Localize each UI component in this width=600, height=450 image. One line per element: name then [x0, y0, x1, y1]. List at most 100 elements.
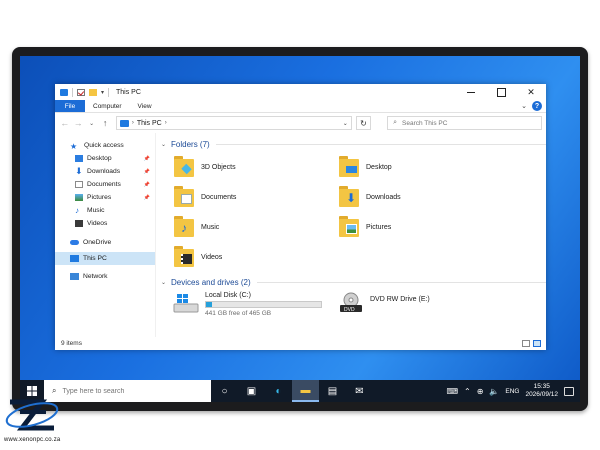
language-indicator[interactable]: ENG: [505, 388, 519, 395]
desktop-screen: ▾ This PC ✕ File Computer View ⌄ ? ← → ⌄…: [20, 56, 580, 402]
folder-pictures[interactable]: Pictures: [338, 212, 503, 242]
drive-dvd-rw-e[interactable]: DVD DVD RW Drive (E:): [338, 292, 503, 317]
tab-file[interactable]: File: [55, 100, 85, 112]
drive-free-space: 441 GB free of 465 GB: [205, 310, 272, 317]
minimize-button[interactable]: [456, 84, 486, 100]
nav-item-desktop[interactable]: Desktop 📌: [55, 152, 155, 165]
nav-label: Documents: [87, 181, 121, 188]
customize-toolbar-icon[interactable]: ▾: [101, 89, 104, 96]
up-button[interactable]: ↑: [99, 118, 110, 128]
videos-icon: [75, 220, 83, 227]
recent-locations-icon[interactable]: ⌄: [86, 120, 97, 127]
close-button[interactable]: ✕: [516, 84, 546, 100]
search-icon: ⌕: [393, 119, 398, 126]
tab-computer[interactable]: Computer: [85, 100, 130, 112]
mail-icon[interactable]: ✉: [346, 380, 373, 402]
address-dropdown-icon[interactable]: ⌄: [343, 120, 351, 127]
keyboard-icon[interactable]: ⌨: [446, 387, 458, 396]
star-icon: ★: [70, 142, 78, 151]
expand-ribbon-icon[interactable]: ⌄: [521, 102, 527, 110]
breadcrumb-chevron-icon[interactable]: ›: [165, 120, 167, 126]
back-button[interactable]: ←: [59, 118, 70, 128]
folder-downloads[interactable]: ⬇ Downloads: [338, 182, 503, 212]
this-pc-icon: [60, 88, 68, 96]
forward-button[interactable]: →: [72, 118, 83, 128]
file-explorer-taskbar-icon[interactable]: ▬: [292, 380, 319, 402]
drives-group-header[interactable]: ⌄ Devices and drives (2): [161, 276, 546, 288]
brand-url: www.xenonpc.co.za: [4, 437, 61, 443]
clock-time: 15:35: [533, 383, 550, 390]
nav-quick-access[interactable]: ★ Quick access: [55, 139, 155, 152]
xenon-logo: [5, 399, 59, 431]
folder-label: Music: [201, 223, 220, 231]
collapse-chevron-icon[interactable]: ⌄: [161, 279, 166, 286]
folder-music[interactable]: ♪ Music: [173, 212, 338, 242]
folder-label: Videos: [201, 253, 223, 261]
nav-network[interactable]: Network: [55, 270, 155, 283]
nav-item-documents[interactable]: Documents 📌: [55, 178, 155, 191]
status-bar: 9 items: [55, 337, 546, 350]
file-explorer-window: ▾ This PC ✕ File Computer View ⌄ ? ← → ⌄…: [55, 84, 546, 350]
breadcrumb-chevron-icon[interactable]: ›: [132, 120, 134, 126]
store-icon[interactable]: ▤: [319, 380, 346, 402]
network-status-icon[interactable]: ⊕: [477, 387, 484, 396]
maximize-button[interactable]: [486, 84, 516, 100]
nav-label: This PC: [83, 255, 107, 262]
cortana-icon[interactable]: ○: [211, 380, 238, 402]
nav-label: Network: [83, 273, 108, 280]
clock[interactable]: 15:35 2026/09/12: [525, 383, 558, 399]
this-pc-icon: [119, 119, 129, 127]
nav-this-pc[interactable]: This PC: [55, 252, 155, 265]
properties-icon[interactable]: [77, 88, 85, 96]
nav-item-pictures[interactable]: Pictures 📌: [55, 191, 155, 204]
nav-label: Pictures: [87, 194, 112, 201]
volume-icon[interactable]: 🔈: [489, 387, 499, 396]
large-icons-view-icon[interactable]: [533, 340, 541, 347]
divider: [108, 87, 110, 97]
show-hidden-icons[interactable]: ⌃: [464, 387, 471, 396]
address-bar[interactable]: › This PC › ⌄: [115, 116, 352, 130]
drive-name: DVD RW Drive (E:): [370, 296, 430, 303]
search-box[interactable]: ⌕: [387, 116, 542, 130]
nav-item-videos[interactable]: Videos: [55, 217, 155, 230]
pin-icon: 📌: [143, 181, 150, 188]
details-view-icon[interactable]: [522, 340, 530, 347]
group-title: Folders (7): [171, 139, 210, 149]
nav-item-music[interactable]: ♪ Music: [55, 204, 155, 217]
drive-usage-bar: [205, 301, 322, 308]
new-folder-icon[interactable]: [89, 88, 97, 96]
notifications-icon[interactable]: [564, 386, 574, 396]
nav-item-downloads[interactable]: ⬇ Downloads 📌: [55, 165, 155, 178]
taskbar-search-input[interactable]: [62, 387, 193, 395]
music-folder-icon: ♪: [173, 215, 195, 239]
title-bar[interactable]: ▾ This PC ✕: [55, 84, 546, 100]
task-view-icon[interactable]: ▣: [238, 380, 265, 402]
folder-desktop[interactable]: Desktop: [338, 152, 503, 182]
videos-folder-icon: [173, 245, 195, 269]
collapse-chevron-icon[interactable]: ⌄: [161, 141, 166, 148]
folder-label: 3D Objects: [201, 163, 236, 171]
ribbon-tabs: File Computer View ⌄ ?: [55, 100, 546, 113]
breadcrumb-this-pc[interactable]: This PC: [137, 120, 162, 127]
downloads-folder-icon: ⬇: [338, 185, 360, 209]
help-button[interactable]: ?: [532, 101, 542, 111]
nav-onedrive[interactable]: OneDrive: [55, 236, 155, 249]
group-title: Devices and drives (2): [171, 277, 251, 287]
folders-group-header[interactable]: ⌄ Folders (7): [161, 138, 546, 150]
folder-videos[interactable]: Videos: [173, 242, 338, 272]
cloud-icon: [70, 240, 79, 245]
drive-local-disk-c[interactable]: Local Disk (C:) 441 GB free of 465 GB: [173, 292, 338, 317]
pin-icon: 📌: [143, 168, 150, 175]
dvd-drive-icon: DVD: [338, 292, 364, 314]
nav-label: Downloads: [87, 168, 121, 175]
windows-drive-icon: [173, 292, 199, 314]
folder-3d-objects[interactable]: 3D Objects: [173, 152, 338, 182]
navigation-pane: ★ Quick access Desktop 📌 ⬇ Downloads 📌 D…: [55, 133, 156, 337]
edge-browser-icon[interactable]: ◐: [265, 380, 292, 402]
search-input[interactable]: [402, 119, 523, 127]
folder-label: Pictures: [366, 223, 392, 231]
refresh-button[interactable]: ↻: [355, 116, 372, 130]
drive-name: Local Disk (C:): [205, 292, 251, 299]
folder-documents[interactable]: Documents: [173, 182, 338, 212]
tab-view[interactable]: View: [130, 100, 160, 112]
